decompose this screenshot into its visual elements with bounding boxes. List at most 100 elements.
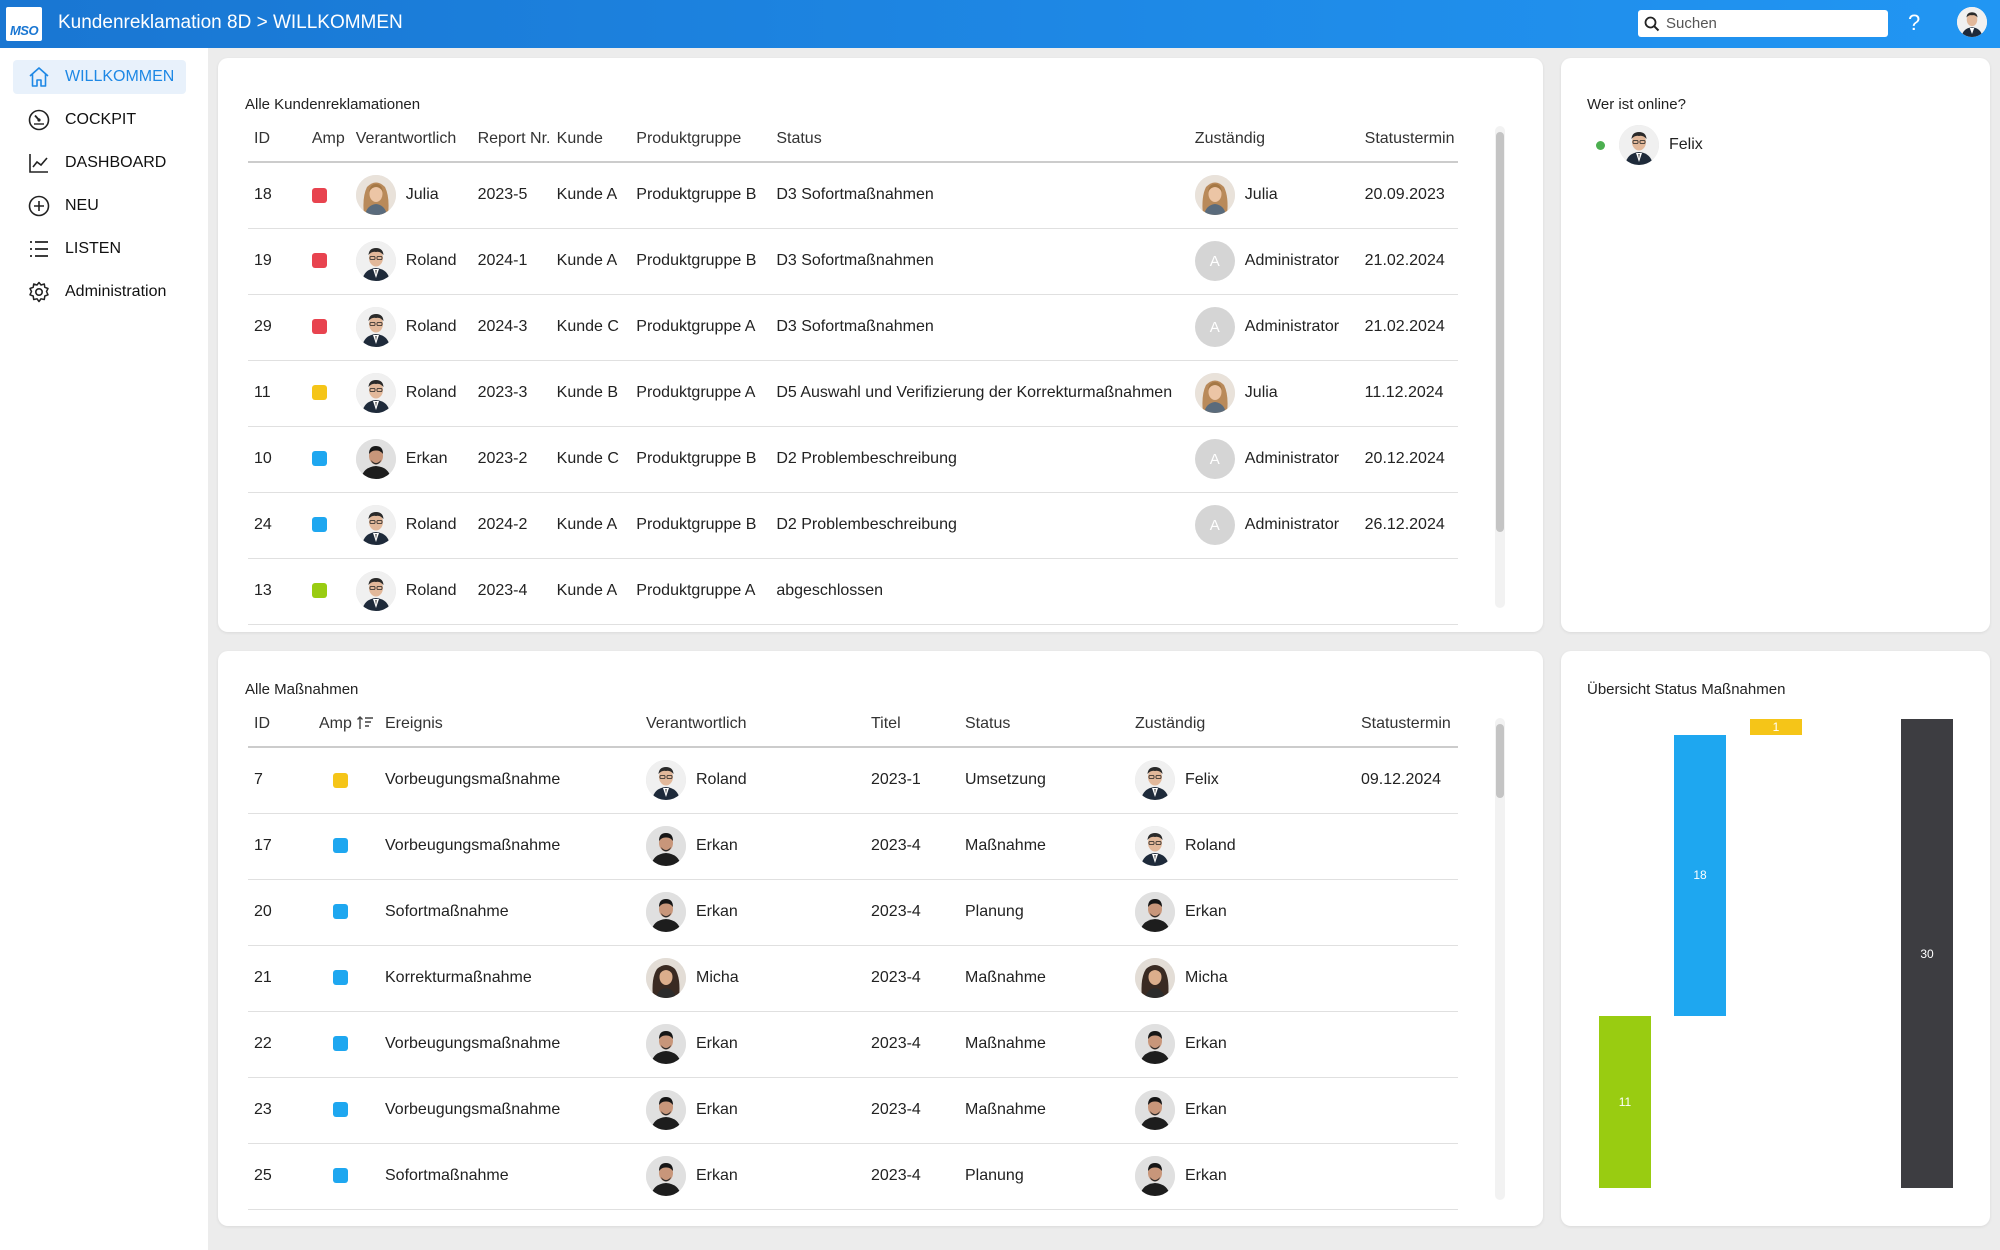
status-light: [311, 187, 327, 203]
col-header-zustaendig[interactable]: Zuständig: [1188, 116, 1359, 163]
cell-amp: [313, 1143, 379, 1210]
col-header-amp[interactable]: Amp: [313, 701, 379, 748]
sidebar-item-cockpit[interactable]: COCKPIT: [13, 103, 186, 137]
cell-kunde: Kunde A: [550, 228, 631, 295]
scrollbar-thumb[interactable]: [1496, 132, 1504, 532]
cell-status: abgeschlossen: [770, 558, 1189, 625]
cell-zustaendig: Erkan: [1129, 1077, 1355, 1144]
cell-ereignis: Vorbeugungsmaßnahme: [379, 1077, 640, 1144]
col-header-amp-label: Amp: [319, 714, 352, 732]
sidebar-item-neu[interactable]: NEU: [13, 189, 186, 223]
sidebar-item-dashboard[interactable]: DASHBOARD: [13, 146, 186, 180]
cell-titel: 2023-4: [865, 813, 959, 880]
cell-titel: 2023-4: [865, 1077, 959, 1144]
avatar: [1135, 1090, 1175, 1130]
person-cell: Roland: [355, 373, 472, 413]
status-light: [311, 583, 327, 599]
cell-report-nr: 2023-2: [471, 426, 551, 493]
cell-id: 13: [248, 558, 306, 625]
cell-verantwortlich: Erkan: [349, 426, 472, 493]
table-row[interactable]: 19 Roland 2024-1 Kunde A Produktgruppe B D3 S…: [248, 228, 1458, 295]
table-row[interactable]: 7 Vorbeugungsmaßnahme Roland 2023-1 Umsetzun…: [248, 747, 1458, 814]
sidebar-item-administration[interactable]: Administration: [13, 275, 186, 309]
col-header-amp[interactable]: Amp: [305, 116, 350, 163]
cell-status: Maßnahme: [959, 1077, 1129, 1144]
table-row[interactable]: 25 Sofortmaßnahme Erkan 2023-4 Planung Erkan: [248, 1143, 1458, 1210]
chart-bar[interactable]: 1: [1750, 719, 1802, 735]
sidebar-item-label: Administration: [65, 283, 167, 300]
search-box[interactable]: [1638, 10, 1888, 37]
status-light: [311, 319, 327, 335]
cell-zustaendig: A Administrator: [1188, 228, 1359, 295]
user-avatar-button[interactable]: [1957, 7, 1987, 37]
table-row[interactable]: 22 Vorbeugungsmaßnahme Erkan 2023-4 Maßnahme…: [248, 1011, 1458, 1078]
help-button[interactable]: ?: [1908, 10, 1920, 36]
col-header-verantwortlich[interactable]: Verantwortlich: [349, 116, 472, 163]
sidebar-item-willkommen[interactable]: WILLKOMMEN: [13, 60, 186, 94]
col-header-kunde[interactable]: Kunde: [550, 116, 631, 163]
cell-amp: [305, 294, 350, 361]
avatar: [1135, 1156, 1175, 1196]
avatar: [1135, 826, 1175, 866]
search-input[interactable]: [1666, 15, 1866, 32]
chart-bar[interactable]: 11: [1599, 1016, 1651, 1188]
table-row[interactable]: 13 Roland 2023-4 Kunde A Produktgruppe Aabge…: [248, 558, 1458, 625]
person-name: Erkan: [696, 1167, 738, 1184]
chart-bar[interactable]: 18: [1674, 734, 1726, 1017]
measures-table: ID Amp Ereignis Verantwortlich Titel Sta…: [248, 701, 1458, 1210]
app-logo[interactable]: MSO: [6, 7, 42, 41]
sidebar-item-listen[interactable]: LISTEN: [13, 232, 186, 266]
col-header-verantwortlich[interactable]: Verantwortlich: [640, 701, 865, 748]
cell-kunde: Kunde C: [550, 426, 631, 493]
avatar-placeholder: A: [1194, 439, 1235, 479]
col-header-statustermin[interactable]: Statustermin: [1355, 701, 1458, 748]
col-header-id[interactable]: ID: [248, 116, 306, 163]
scrollbar-thumb[interactable]: [1496, 724, 1504, 798]
cell-kunde: Kunde A: [550, 558, 631, 625]
cell-statustermin: 09.12.2024: [1355, 747, 1458, 814]
sort-desc-icon[interactable]: [356, 715, 374, 731]
online-status-dot: [1596, 140, 1605, 150]
cell-zustaendig: Erkan: [1129, 1011, 1355, 1078]
table-row[interactable]: 18 Julia 2023-5 Kunde A Produktgruppe B D3 So…: [248, 162, 1458, 229]
col-header-status[interactable]: Status: [770, 116, 1189, 163]
status-light: [333, 772, 348, 788]
table-row[interactable]: 21 Korrekturmaßnahme Micha 2023-4 Maßnahme Mi…: [248, 945, 1458, 1012]
col-header-id[interactable]: ID: [248, 701, 313, 748]
line-chart-icon: [25, 149, 53, 177]
logo-text: MSO: [9, 23, 39, 38]
person-cell: Erkan: [646, 892, 865, 932]
col-header-produktgruppe[interactable]: Produktgruppe: [630, 116, 771, 163]
chart-bar[interactable]: 30: [1901, 719, 1953, 1188]
avatar-placeholder: A: [1194, 241, 1235, 281]
cell-verantwortlich: Julia: [349, 162, 472, 229]
status-light: [311, 253, 327, 269]
complaints-panel: Alle Kundenreklamationen ID Amp Verantwo…: [218, 58, 1543, 632]
table-row[interactable]: 20 Sofortmaßnahme Erkan 2023-4 Planung Erkan: [248, 879, 1458, 946]
table-row[interactable]: 24 Roland 2024-2 Kunde A Produktgruppe B D2 P…: [248, 492, 1458, 559]
table-row[interactable]: 23 Vorbeugungsmaßnahme Erkan 2023-4 Maßnahme…: [248, 1077, 1458, 1144]
col-header-report-nr[interactable]: Report Nr.: [471, 116, 551, 163]
cell-statustermin: [1355, 879, 1458, 946]
col-header-ereignis[interactable]: Ereignis: [379, 701, 640, 748]
col-header-titel[interactable]: Titel: [865, 701, 959, 748]
col-header-zustaendig[interactable]: Zuständig: [1129, 701, 1355, 748]
measures-scrollbar[interactable]: [1495, 718, 1505, 1200]
cell-produktgruppe: Produktgruppe B: [630, 492, 771, 559]
complaints-scrollbar[interactable]: [1495, 126, 1505, 608]
cell-verantwortlich: Erkan: [640, 879, 865, 946]
online-user-row[interactable]: Felix: [1596, 125, 1703, 165]
cell-produktgruppe: Produktgruppe A: [630, 360, 771, 427]
col-header-statustermin[interactable]: Statustermin: [1358, 116, 1458, 163]
cell-verantwortlich: Micha: [640, 945, 865, 1012]
table-row[interactable]: 29 Roland 2024-3 Kunde C Produktgruppe A D3 S…: [248, 294, 1458, 361]
bar-value-label: 11: [1618, 1095, 1632, 1109]
table-row[interactable]: 17 Vorbeugungsmaßnahme Erkan 2023-4 Maßnahme…: [248, 813, 1458, 880]
cell-produktgruppe: Produktgruppe A: [630, 294, 771, 361]
table-row[interactable]: 11 Roland 2023-3 Kunde B Produktgruppe A D5 A…: [248, 360, 1458, 427]
table-row[interactable]: 10 Erkan 2023-2 Kunde C Produktgruppe B D2 Pr…: [248, 426, 1458, 493]
person-name: Roland: [405, 318, 457, 335]
cell-amp: [313, 945, 379, 1012]
col-header-status[interactable]: Status: [959, 701, 1129, 748]
person-cell: Julia: [355, 175, 472, 216]
